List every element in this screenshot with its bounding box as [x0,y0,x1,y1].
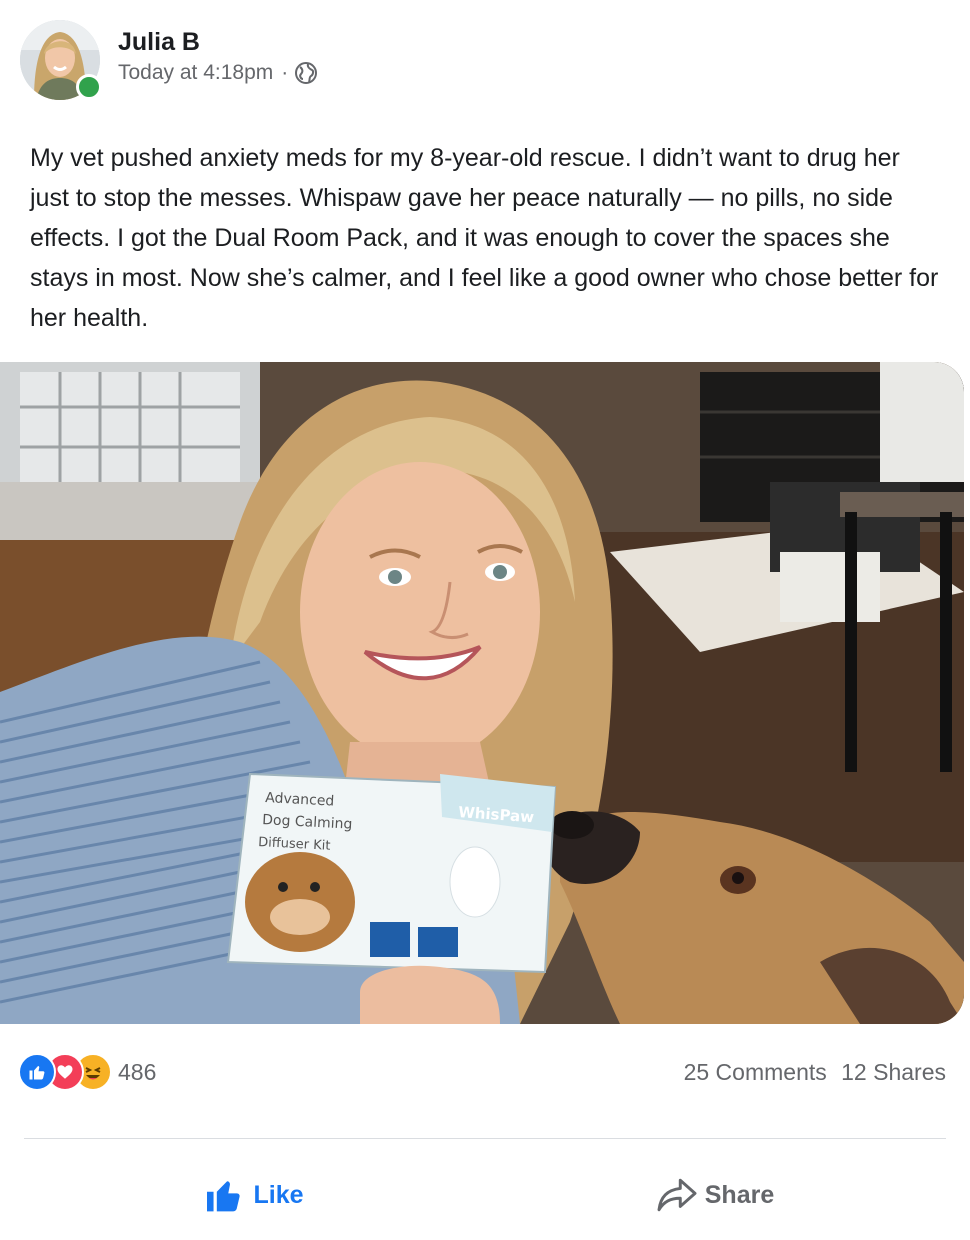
shares-count[interactable]: 12 Shares [841,1059,946,1085]
reactions-summary[interactable]: 486 [18,1053,156,1091]
avatar[interactable] [20,20,102,100]
post-header: Julia B Today at 4:18pm · [20,20,318,102]
facebook-post: Julia B Today at 4:18pm · My vet pushed … [0,0,970,1240]
globe-icon[interactable] [294,61,318,85]
share-label: Share [704,1180,775,1209]
actions-divider [24,1138,946,1139]
post-photo[interactable]: Advanced Dog Calming Diffuser Kit WhisPa… [0,362,964,1024]
thumbs-up-icon [207,1181,241,1212]
post-text: My vet pushed anxiety meds for my 8-year… [30,144,939,332]
like-button[interactable]: Like [24,1160,485,1230]
post-actions: Like Share [24,1160,946,1230]
share-button[interactable]: Share [485,1160,946,1230]
like-label: Like [253,1180,304,1209]
engagement-counts: 25 Comments 12 Shares [684,1059,946,1086]
post-stats: 486 25 Comments 12 Shares [18,1052,946,1092]
comments-count[interactable]: 25 Comments [684,1059,827,1085]
reaction-count: 486 [118,1058,157,1085]
online-status-dot [76,74,102,100]
product-box: Advanced Dog Calming Diffuser Kit WhisPa… [226,772,557,974]
header-text: Julia B Today at 4:18pm · [118,28,318,86]
author-name[interactable]: Julia B [118,28,318,56]
like-icon [18,1053,56,1091]
share-arrow-icon [657,1178,697,1212]
meta-separator: · [281,61,289,84]
post-meta: Today at 4:18pm · [118,60,318,86]
post-timestamp[interactable]: Today at 4:18pm [118,60,273,86]
